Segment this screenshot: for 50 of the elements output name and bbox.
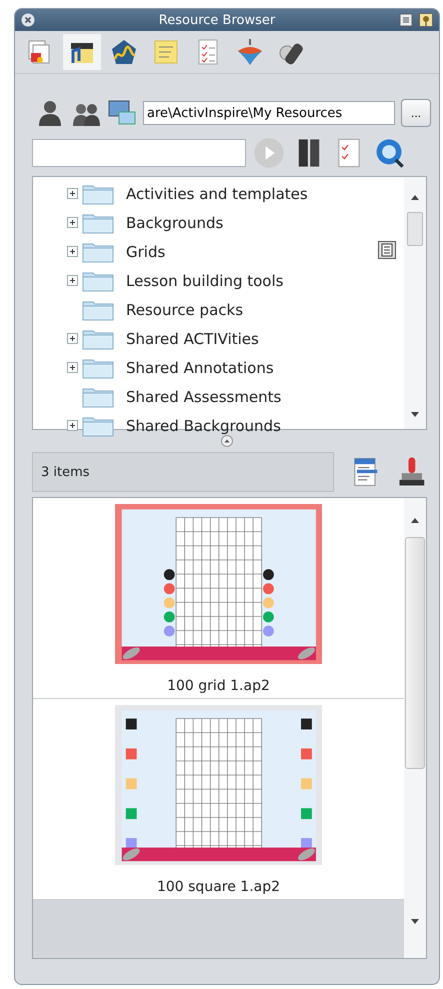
expand-icon[interactable] [67, 275, 78, 286]
folder-label[interactable]: Shared ACTIVities [126, 330, 259, 348]
page-thumbnail-drawing[interactable] [114, 705, 322, 866]
scroll-thumb[interactable] [407, 212, 423, 246]
scrollbar[interactable] [404, 498, 426, 958]
folder-icon [82, 356, 114, 378]
folder-icon [82, 414, 114, 436]
browse-button[interactable]: ... [401, 99, 431, 127]
folder-icon [82, 240, 114, 262]
browser-tab[interactable] [63, 34, 101, 70]
expand-icon[interactable] [67, 188, 78, 199]
file-name[interactable]: 100 grid 1.ap2 [167, 678, 270, 694]
folder-label[interactable]: Activities and templates [126, 184, 308, 202]
status-bar: 3 items [32, 452, 334, 492]
play-icon [252, 136, 286, 170]
document-icon[interactable] [399, 13, 413, 27]
folder-label[interactable]: Grids [126, 242, 166, 260]
page-thumbnail-drawing[interactable] [114, 504, 322, 664]
folder-icon [82, 328, 114, 350]
expand-icon[interactable] [67, 246, 78, 257]
scroll-up-icon[interactable] [411, 195, 419, 200]
close-icon[interactable] [21, 13, 35, 27]
folder-icon [82, 298, 114, 320]
folder-label[interactable]: Resource packs [126, 300, 244, 318]
scroll-thumb[interactable] [405, 537, 425, 769]
scroll-down-icon[interactable] [411, 919, 419, 924]
shape-icon [109, 37, 139, 67]
path-field[interactable]: are\ActivInspire\My Resources [143, 101, 395, 125]
expand-icon[interactable] [67, 333, 78, 344]
scroll-down-icon[interactable] [411, 412, 419, 417]
folder-icon [82, 386, 114, 408]
folder-icon [82, 182, 114, 204]
expand-icon[interactable] [67, 362, 78, 373]
folder-label[interactable]: Shared Annotations [126, 358, 274, 376]
pin-icon[interactable] [419, 13, 433, 27]
details-icon[interactable] [378, 241, 396, 259]
folder-label[interactable]: Backgrounds [126, 214, 224, 232]
folder-icon [82, 212, 114, 234]
folder-icon [82, 270, 114, 292]
folder-label[interactable]: Shared Assessments [126, 388, 282, 406]
file-name[interactable]: 100 square 1.ap2 [156, 879, 280, 896]
scroll-up-icon[interactable] [411, 518, 419, 523]
collapse-icon[interactable] [221, 435, 233, 447]
folder-label[interactable]: Lesson building tools [126, 272, 284, 290]
expand-icon[interactable] [67, 217, 78, 228]
scrollbar[interactable] [404, 177, 426, 429]
folder-label[interactable]: Shared Backgrounds [126, 416, 281, 434]
window-title: Resource Browser [158, 12, 276, 28]
expand-icon[interactable] [67, 420, 78, 431]
search-field[interactable] [32, 139, 246, 167]
